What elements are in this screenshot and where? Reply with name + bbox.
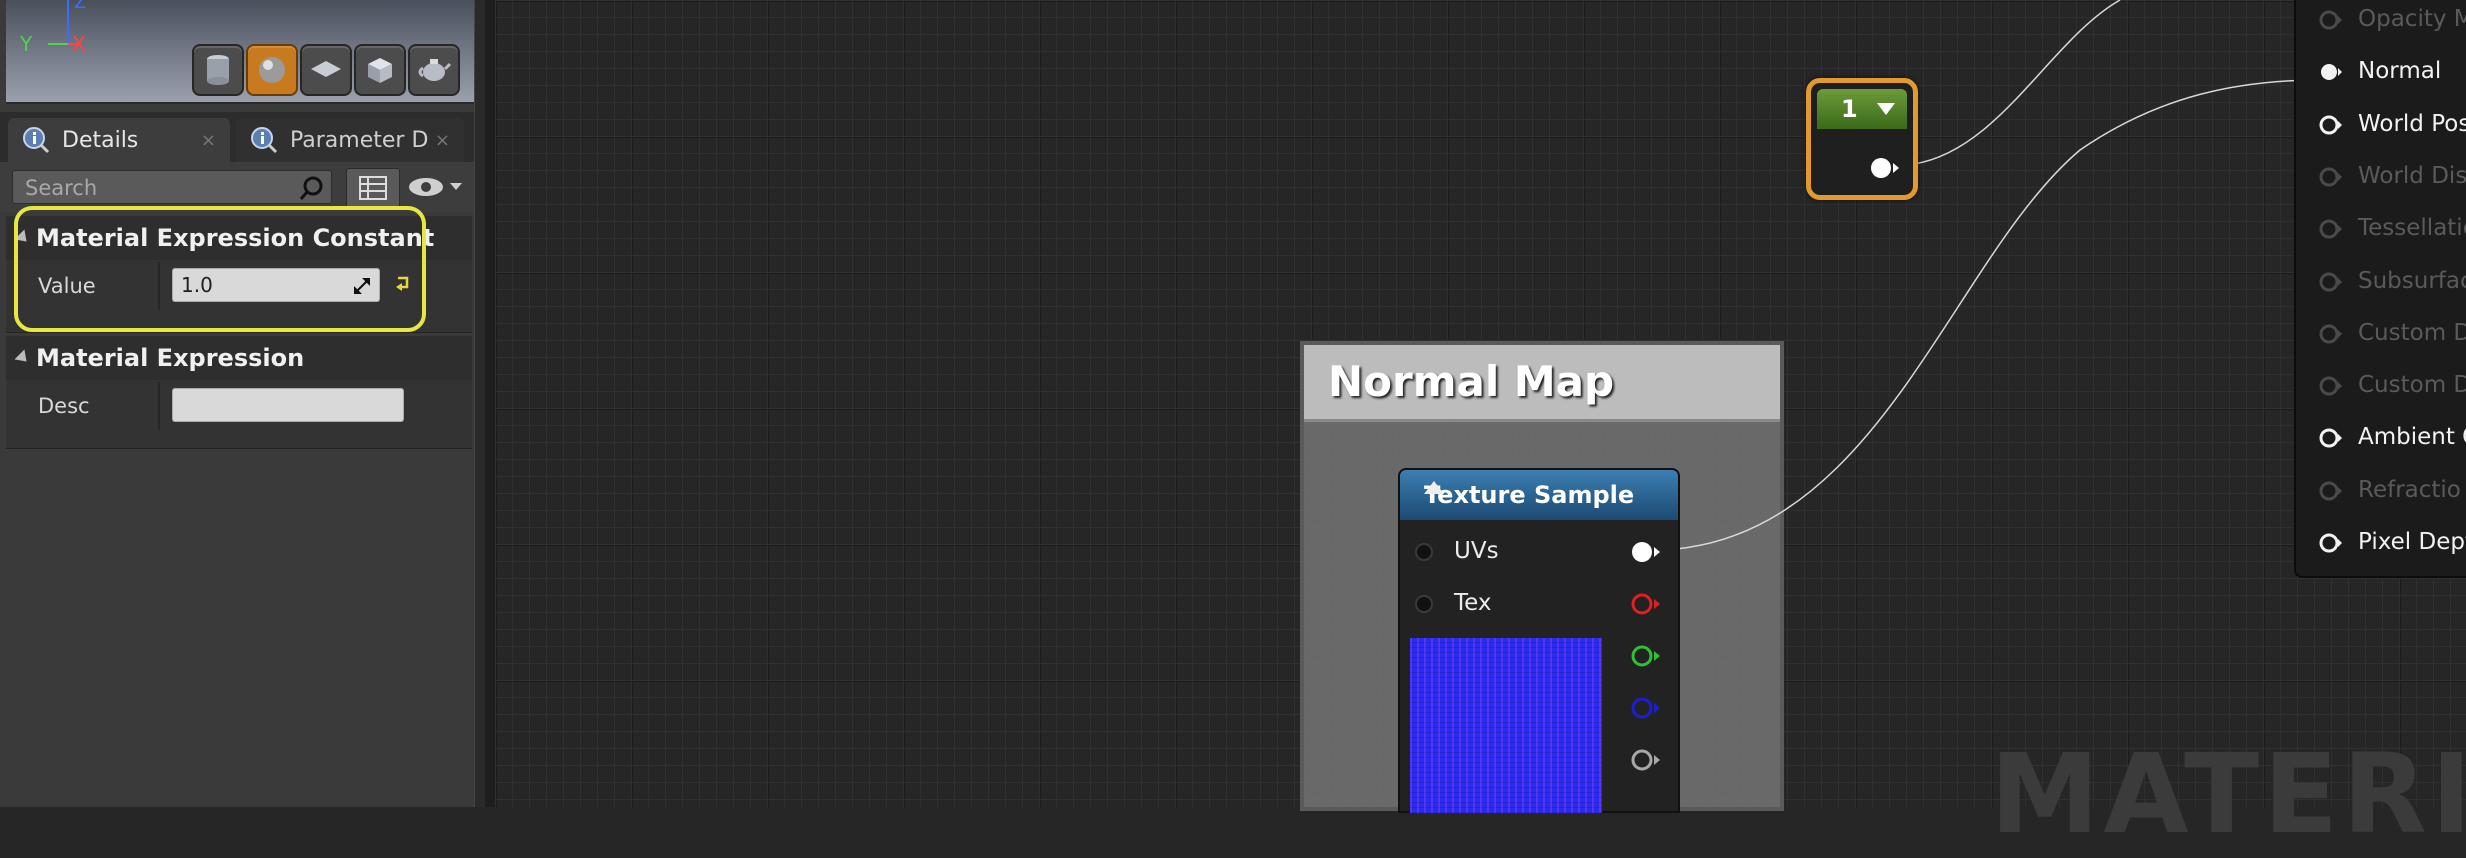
search-row (0, 162, 474, 212)
section-title-expression: Material Expression (36, 344, 305, 372)
material-input-label: Ambient O (2358, 424, 2466, 450)
section-header-expression[interactable]: Material Expression (6, 336, 472, 380)
comment-title: Normal Map (1328, 357, 1615, 406)
material-watermark: MATERIAL (1990, 730, 2466, 858)
comment-title-bar[interactable]: Normal Map (1304, 345, 1780, 422)
expand-caret-icon[interactable] (1877, 103, 1895, 115)
material-input-pin-icon[interactable] (2318, 113, 2342, 137)
plane-preview-button[interactable] (300, 44, 352, 96)
cube-icon (368, 58, 392, 83)
search-icon[interactable] (299, 175, 325, 201)
tab-details-label: Details (62, 127, 139, 153)
list-view-icon (359, 176, 387, 200)
constant-node-value: 1 (1841, 95, 1858, 123)
visibility-eye-icon[interactable] (406, 172, 470, 202)
details-tab-bar: Details × Parameter D × (0, 112, 474, 162)
tab-parameter-label: Parameter D (290, 127, 429, 153)
search-box[interactable] (12, 170, 332, 205)
material-input-label: Pixel Dept (2358, 529, 2466, 555)
constant-output-pin-icon[interactable] (1867, 155, 1901, 181)
parameter-info-icon (251, 127, 278, 154)
material-preview-viewport[interactable]: Z Y X (6, 0, 474, 104)
material-input-pin-icon[interactable] (2318, 165, 2342, 189)
tex-input-label: Tex (1454, 590, 1492, 616)
column-divider[interactable] (158, 382, 160, 430)
sphere-icon (259, 57, 285, 83)
material-input-pin-icon[interactable] (2318, 270, 2342, 294)
material-input-pin-icon[interactable] (2318, 531, 2342, 555)
material-input-label: Normal (2358, 58, 2442, 84)
material-input-label: Custom Da (2358, 372, 2466, 398)
g-output-pin-icon[interactable] (1630, 644, 1660, 668)
material-input-label: Subsurfac (2358, 268, 2466, 294)
material-input-label: World Pos (2358, 111, 2466, 137)
teapot-icon (418, 59, 451, 81)
tab-details-close-icon[interactable]: × (201, 130, 216, 151)
normal-map-texture-preview (1410, 638, 1602, 813)
sphere-preview-button[interactable] (246, 44, 298, 96)
material-input-label: Refractio (2358, 477, 2461, 503)
material-input-label: World Disp (2358, 163, 2466, 189)
constant-node[interactable]: 1 (1806, 78, 1918, 200)
material-input-label: Opacity M (2358, 6, 2466, 32)
b-output-pin-icon[interactable] (1630, 696, 1660, 720)
constant-node-header[interactable]: 1 (1817, 89, 1907, 129)
plane-icon (311, 61, 341, 77)
material-input-pin-icon[interactable] (2318, 60, 2342, 84)
search-input[interactable] (23, 171, 287, 205)
tab-parameter-close-icon[interactable]: × (435, 130, 450, 151)
material-input-pin-icon[interactable] (2318, 8, 2342, 32)
custom-mesh-preview-button[interactable] (408, 44, 460, 96)
a-output-pin-icon[interactable] (1630, 748, 1660, 772)
axis-z-label: Z (74, 0, 87, 13)
material-input-label: Tessellatio (2358, 215, 2466, 241)
desc-field[interactable] (172, 388, 404, 422)
collapse-arrow-icon[interactable] (1424, 481, 1444, 494)
texture-sample-header[interactable]: Texture Sample (1400, 470, 1678, 520)
axis-y-label: Y (20, 32, 33, 56)
material-input-pin-icon[interactable] (2318, 426, 2342, 450)
material-result-node[interactable]: Opacity M Normal World Pos World Disp Tessel… (2294, 0, 2466, 578)
axis-x-label: X (72, 32, 86, 56)
r-output-pin-icon[interactable] (1630, 592, 1660, 616)
tab-details[interactable]: Details × (8, 118, 230, 162)
cylinder-preview-button[interactable] (192, 44, 244, 96)
material-input-pin-icon[interactable] (2318, 217, 2342, 241)
rgb-output-pin-icon[interactable] (1630, 540, 1660, 564)
property-label-desc: Desc (38, 394, 90, 418)
property-row-desc: Desc (6, 382, 472, 430)
details-info-icon (23, 127, 50, 154)
material-input-pin-icon[interactable] (2318, 322, 2342, 346)
texture-sample-title: Texture Sample (1424, 481, 1635, 509)
cube-preview-button[interactable] (354, 44, 406, 96)
tex-input-pin-icon[interactable] (1414, 594, 1434, 614)
collapse-triangle-icon[interactable] (14, 349, 32, 367)
material-input-pin-icon[interactable] (2318, 374, 2342, 398)
uvs-input-pin-icon[interactable] (1414, 542, 1434, 562)
highlight-annotation (14, 206, 426, 332)
section-material-expression: Material Expression Desc (6, 336, 472, 449)
cylinder-icon (207, 55, 229, 85)
tab-parameter-defaults[interactable]: Parameter D × (236, 118, 464, 162)
details-panel: Z Y X Details × Parameter D × Search Mat… (0, 0, 485, 807)
texture-sample-node[interactable]: Texture Sample UVs Tex (1398, 468, 1680, 813)
material-input-pin-icon[interactable] (2318, 479, 2342, 503)
material-input-label: Custom Da (2358, 320, 2466, 346)
view-options-button[interactable] (346, 168, 400, 208)
panel-border (485, 0, 495, 807)
uvs-input-label: UVs (1454, 538, 1499, 564)
